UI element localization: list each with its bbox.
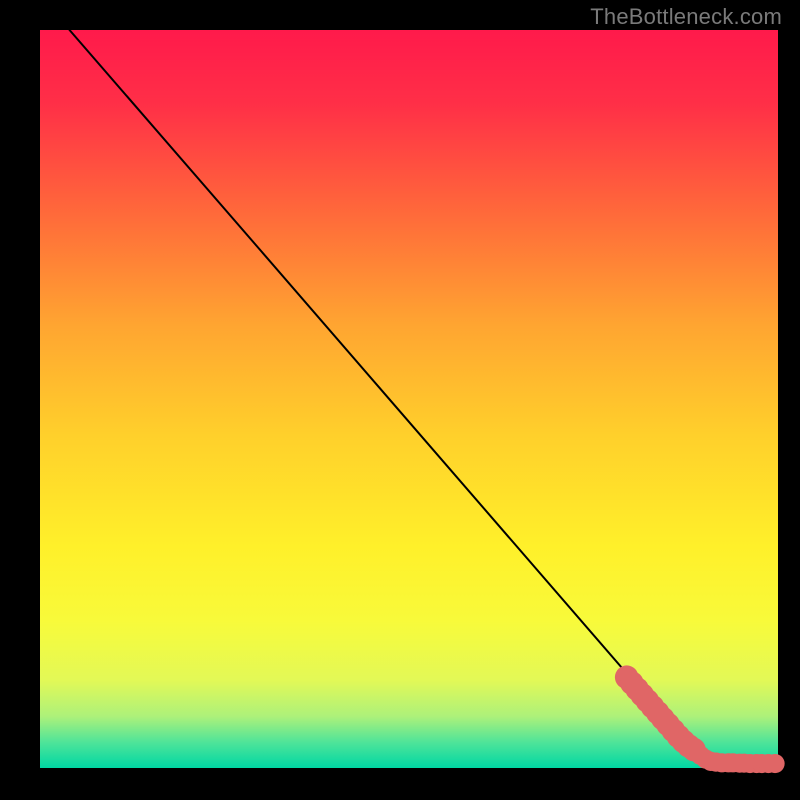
chart-frame: TheBottleneck.com [0, 0, 800, 800]
chart-marker [765, 754, 784, 773]
chart-canvas [0, 0, 800, 800]
plot-background [40, 30, 778, 768]
watermark-text: TheBottleneck.com [590, 4, 782, 30]
